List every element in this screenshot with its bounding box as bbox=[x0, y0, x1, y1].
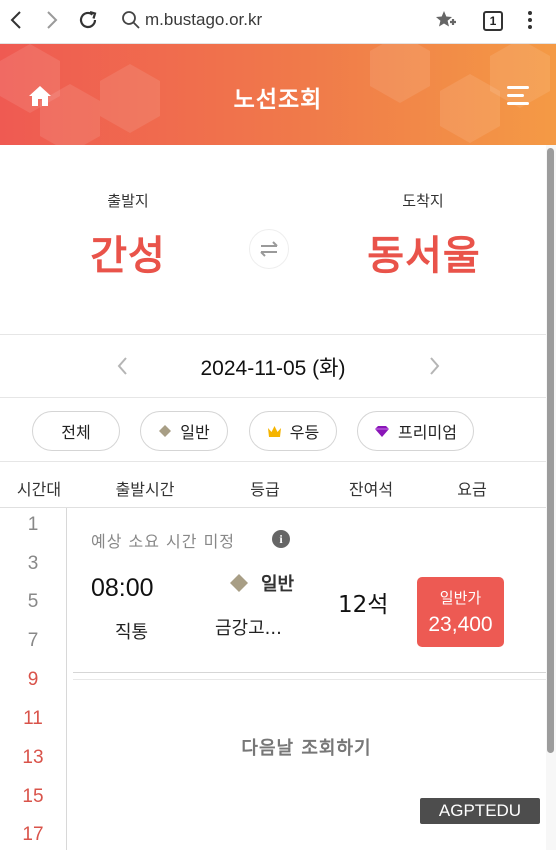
menu-icon[interactable] bbox=[505, 84, 531, 108]
origin-city[interactable]: 간성 bbox=[28, 223, 228, 281]
time-slot-item[interactable]: 5 bbox=[0, 591, 66, 613]
page: m.bustago.or.kr 1 노선조회 출발지 간성 도착지 동서울 20… bbox=[0, 0, 556, 850]
filter-label: 우등 bbox=[289, 423, 320, 442]
more-vert-icon[interactable] bbox=[518, 8, 542, 32]
fare-amount: 23,400 bbox=[428, 613, 493, 636]
column-header-seats: 잔여석 bbox=[348, 480, 394, 499]
destination-city[interactable]: 동서울 bbox=[324, 223, 524, 281]
fare-button[interactable]: 일반가 23,400 bbox=[417, 577, 504, 647]
gem-icon bbox=[375, 425, 390, 437]
next-day-button[interactable]: 다음날 조회하기 bbox=[67, 734, 546, 760]
filter-label: 전체 bbox=[61, 423, 91, 442]
row-divider bbox=[73, 672, 546, 680]
reload-icon[interactable] bbox=[76, 8, 100, 32]
tab-count-badge[interactable]: 1 bbox=[483, 11, 503, 31]
page-title: 노선조회 bbox=[233, 87, 323, 113]
filter-deluxe[interactable]: 우등 bbox=[249, 411, 337, 451]
time-slot-item[interactable]: 11 bbox=[0, 708, 66, 730]
grade-label: 일반 bbox=[261, 574, 295, 595]
time-slot-item[interactable]: 15 bbox=[0, 786, 66, 808]
route-type: 직통 bbox=[115, 622, 149, 643]
column-headers: 시간대 출발시간 등급 잔여석 요금 bbox=[0, 462, 546, 508]
back-icon[interactable] bbox=[4, 8, 28, 32]
grade-badge: 일반 bbox=[229, 570, 294, 596]
date-selector: 2024-11-05 (화) bbox=[0, 335, 546, 398]
swap-button[interactable] bbox=[249, 229, 289, 269]
filter-label: 일반 bbox=[180, 423, 210, 442]
column-header-fare: 요금 bbox=[457, 480, 487, 499]
origin-label: 출발지 bbox=[107, 192, 149, 210]
info-icon[interactable]: i bbox=[272, 530, 290, 548]
time-slot-item[interactable]: 9 bbox=[0, 669, 66, 691]
watermark-badge: AGPTEDU bbox=[420, 798, 540, 824]
filter-label: 프리미엄 bbox=[398, 423, 457, 442]
time-slot-item[interactable]: 13 bbox=[0, 747, 66, 769]
app-header: 노선조회 bbox=[0, 44, 556, 145]
filter-all[interactable]: 전체 bbox=[32, 411, 120, 451]
bus-company: 금강고... bbox=[215, 618, 282, 639]
remaining-seats: 12석 bbox=[338, 592, 389, 618]
time-slot-item[interactable]: 3 bbox=[0, 553, 66, 575]
filter-premium[interactable]: 프리미엄 bbox=[357, 411, 474, 451]
duration-notice: 예상 소요 시간 미정 bbox=[91, 532, 236, 551]
column-header-departure: 출발시간 bbox=[115, 480, 175, 499]
grade-filters: 전체 일반 우등 프리미엄 bbox=[0, 398, 546, 462]
swap-icon bbox=[260, 241, 278, 257]
scrollbar-thumb[interactable] bbox=[547, 148, 554, 753]
time-slot-sidebar: 1 3 5 7 9 11 13 15 17 bbox=[0, 508, 67, 850]
column-header-time-slot: 시간대 bbox=[16, 480, 62, 499]
time-slot-item[interactable]: 1 bbox=[0, 514, 66, 536]
next-date-icon[interactable] bbox=[424, 353, 444, 379]
time-slot-item[interactable]: 17 bbox=[0, 824, 66, 846]
diamond-icon bbox=[159, 425, 172, 437]
crown-icon bbox=[267, 425, 281, 437]
time-slot-item[interactable]: 7 bbox=[0, 630, 66, 652]
filter-standard[interactable]: 일반 bbox=[140, 411, 228, 451]
departure-time: 08:00 bbox=[91, 574, 154, 602]
forward-icon[interactable] bbox=[40, 8, 64, 32]
route-section: 출발지 간성 도착지 동서울 bbox=[0, 145, 546, 335]
diamond-icon bbox=[230, 574, 248, 592]
search-icon bbox=[119, 8, 143, 32]
column-header-grade: 등급 bbox=[250, 480, 280, 499]
fare-type-label: 일반가 bbox=[439, 589, 482, 607]
selected-date[interactable]: 2024-11-05 (화) bbox=[0, 352, 546, 382]
browser-toolbar: m.bustago.or.kr 1 bbox=[0, 0, 556, 44]
bookmark-star-icon[interactable] bbox=[434, 8, 458, 32]
destination-label: 도착지 bbox=[402, 192, 444, 210]
url-text[interactable]: m.bustago.or.kr bbox=[145, 10, 262, 30]
